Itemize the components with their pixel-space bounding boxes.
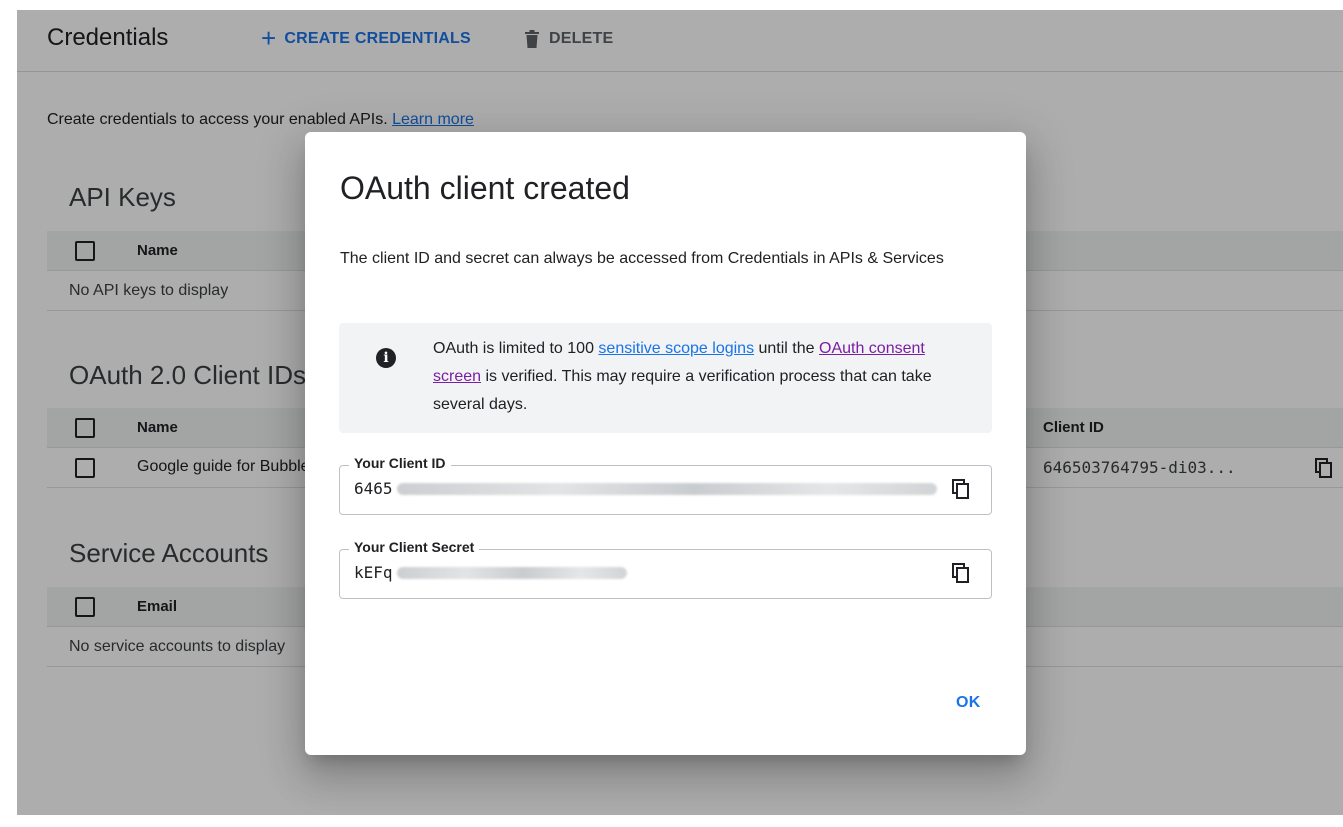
- client-id-value[interactable]: 6465: [354, 479, 937, 498]
- dialog-title: OAuth client created: [340, 170, 630, 206]
- client-secret-label: Your Client Secret: [349, 539, 480, 555]
- info-icon: i: [376, 348, 396, 368]
- redacted-blur: [396, 566, 627, 579]
- info-banner: i OAuth is limited to 100 sensitive scop…: [339, 323, 992, 433]
- copy-icon[interactable]: [952, 563, 970, 588]
- oauth-client-created-dialog: OAuth client created The client ID and s…: [305, 132, 1026, 755]
- copy-icon[interactable]: [952, 479, 970, 504]
- client-id-label: Your Client ID: [349, 455, 451, 471]
- ok-button[interactable]: OK: [956, 694, 981, 712]
- redacted-blur: [396, 482, 937, 495]
- client-secret-value[interactable]: kEFq: [354, 563, 627, 582]
- client-id-field[interactable]: Your Client ID 6465: [339, 455, 992, 515]
- info-text: OAuth is limited to 100 sensitive scope …: [433, 340, 932, 413]
- sensitive-scope-logins-link[interactable]: sensitive scope logins: [598, 340, 754, 357]
- client-secret-field[interactable]: Your Client Secret kEFq: [339, 539, 992, 599]
- dialog-description: The client ID and secret can always be a…: [340, 250, 944, 267]
